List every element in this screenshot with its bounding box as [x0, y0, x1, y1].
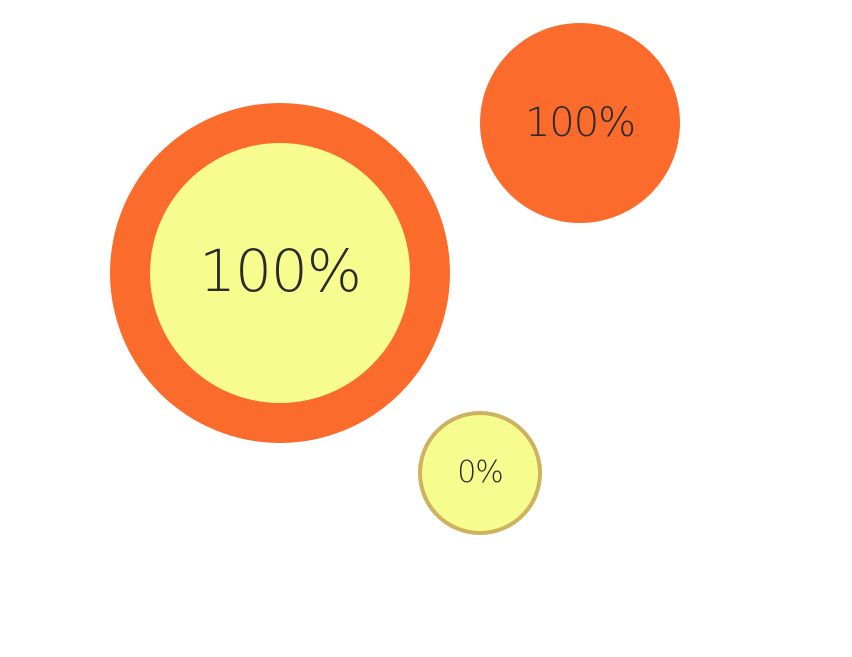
large-progress-label: 100%	[199, 237, 362, 305]
medium-progress-label: 100%	[524, 100, 636, 146]
large-progress-inner-disc: 100%	[150, 143, 410, 403]
small-progress-circle: 0%	[418, 411, 542, 535]
small-progress-label: 0%	[457, 455, 504, 490]
medium-progress-circle: 100%	[480, 23, 680, 223]
large-progress-ring: 100%	[110, 103, 450, 443]
canvas: 100% 100% 0%	[0, 0, 852, 657]
